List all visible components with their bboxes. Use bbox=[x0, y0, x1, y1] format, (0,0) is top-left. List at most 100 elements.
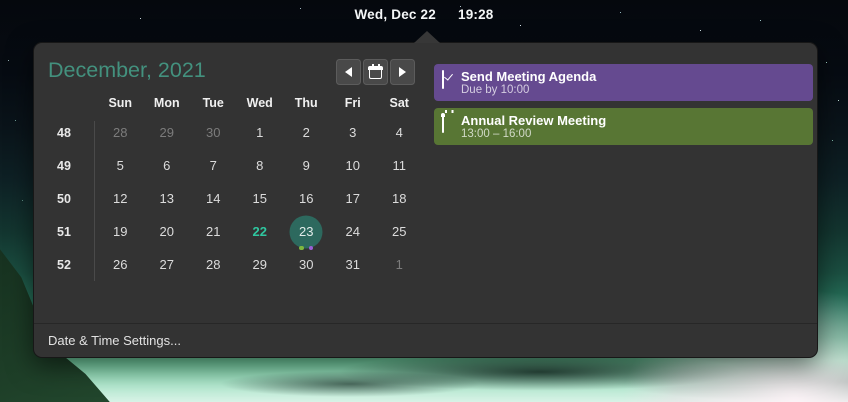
weekday-header: Wed bbox=[246, 96, 273, 110]
right-arrow-icon bbox=[399, 67, 406, 77]
day-number: 18 bbox=[392, 191, 407, 206]
day-number: 27 bbox=[159, 257, 174, 272]
day-number: 6 bbox=[163, 158, 171, 173]
date-time-settings[interactable]: Date & Time Settings... bbox=[34, 323, 817, 357]
day-number: 12 bbox=[113, 191, 128, 206]
event-card[interactable]: Send Meeting Agenda Due by 10:00 bbox=[434, 64, 813, 101]
calendar-glyph bbox=[442, 114, 444, 133]
day-number: 29 bbox=[252, 257, 267, 272]
day-number: 14 bbox=[206, 191, 221, 206]
calendar-day-cell[interactable]: 10 bbox=[330, 149, 377, 182]
task-checkbox-glyph bbox=[442, 70, 444, 89]
calendar-day-cell[interactable]: 18 bbox=[376, 182, 423, 215]
day-number: 4 bbox=[395, 125, 403, 140]
weekday-header-row: Sun Mon Tue Wed Thu Fri Sat bbox=[48, 90, 423, 116]
calendar-day-cell[interactable]: 27 bbox=[144, 248, 191, 281]
calendar-day-cell[interactable]: 28 bbox=[97, 116, 144, 149]
calendar-day-cell[interactable]: 12 bbox=[97, 182, 144, 215]
prev-month-button[interactable] bbox=[336, 59, 361, 85]
day-number: 30 bbox=[206, 125, 221, 140]
event-card[interactable]: Annual Review Meeting 13:00 – 16:00 bbox=[434, 108, 813, 145]
calendar-day-cell[interactable]: 20 bbox=[144, 215, 191, 248]
day-number: 28 bbox=[206, 257, 221, 272]
event-dot bbox=[308, 245, 314, 250]
month-title: December, 2021 bbox=[48, 58, 206, 82]
day-number: 16 bbox=[299, 191, 314, 206]
calendar-day-cell[interactable]: 17 bbox=[330, 182, 377, 215]
calendar-day-cell[interactable]: 29 bbox=[144, 116, 191, 149]
clock-time: 19:28 bbox=[457, 7, 494, 22]
week-number: 48 bbox=[57, 125, 71, 140]
calendar-day-cell[interactable]: 5 bbox=[97, 149, 144, 182]
calendar-day-cell[interactable]: 14 bbox=[190, 182, 237, 215]
weekday-header: Tue bbox=[202, 96, 224, 110]
calendar-day-cell[interactable]: 29 bbox=[237, 248, 284, 281]
calendar-day-cell[interactable]: 11 bbox=[376, 149, 423, 182]
event-calendar-icon bbox=[442, 114, 444, 133]
event-dots bbox=[299, 245, 314, 250]
calendar-day-cell[interactable]: 8 bbox=[237, 149, 284, 182]
calendar-day-cell[interactable]: 15 bbox=[237, 182, 284, 215]
calendar-day-cell[interactable]: 24 bbox=[330, 215, 377, 248]
week-number: 49 bbox=[57, 158, 71, 173]
calendar-day-cell[interactable]: 31 bbox=[330, 248, 377, 281]
calendar-day-cell[interactable]: 6 bbox=[144, 149, 191, 182]
calendar-day-cell[interactable]: 16 bbox=[283, 182, 330, 215]
calendar-day-cell[interactable]: 3 bbox=[330, 116, 377, 149]
calendar-day-cell[interactable]: 9 bbox=[283, 149, 330, 182]
day-number: 3 bbox=[349, 125, 357, 140]
calendar-day-cell[interactable]: 22 bbox=[237, 215, 284, 248]
calendar-day-cell[interactable]: 2 bbox=[283, 116, 330, 149]
day-number: 8 bbox=[256, 158, 264, 173]
popup-anchor-arrow bbox=[414, 31, 440, 43]
calendar-day-cell[interactable]: 23 bbox=[283, 215, 330, 250]
day-number: 23 bbox=[299, 224, 314, 239]
day-number: 22 bbox=[252, 224, 267, 239]
day-number: 19 bbox=[113, 224, 128, 239]
event-list: Send Meeting Agenda Due by 10:00 Annual Re… bbox=[434, 64, 813, 145]
next-month-button[interactable] bbox=[390, 59, 415, 85]
day-number: 31 bbox=[345, 257, 360, 272]
weekday-header: Sat bbox=[389, 96, 409, 110]
weekday-header: Mon bbox=[153, 96, 180, 110]
day-number: 10 bbox=[345, 158, 360, 173]
today-button[interactable] bbox=[363, 59, 388, 85]
day-number: 1 bbox=[256, 125, 264, 140]
calendar-day-cell[interactable]: 25 bbox=[376, 215, 423, 248]
calendar-day-cell[interactable]: 13 bbox=[144, 182, 191, 215]
calendar-day-cell[interactable]: 7 bbox=[190, 149, 237, 182]
calendar-day-cell[interactable]: 4 bbox=[376, 116, 423, 149]
week-row: 49 5 6 7 8 9 10 11 bbox=[48, 149, 423, 182]
week-number: 50 bbox=[57, 191, 71, 206]
calendar-day-cell[interactable]: 1 bbox=[237, 116, 284, 149]
day-number: 29 bbox=[159, 125, 174, 140]
calendar-day-cell[interactable]: 30 bbox=[190, 116, 237, 149]
calendar-day-cell[interactable]: 19 bbox=[97, 215, 144, 248]
day-number: 2 bbox=[302, 125, 310, 140]
clock[interactable]: Wed, Dec 22 19:28 bbox=[0, 7, 848, 22]
day-number: 5 bbox=[116, 158, 124, 173]
day-number: 1 bbox=[395, 257, 403, 272]
calendar-popup: December, 2021 Sun Mon Tue Wed Thu Fri Sat 48 28… bbox=[33, 31, 818, 358]
calendar-day-cell[interactable]: 26 bbox=[97, 248, 144, 281]
date-time-settings-label: Date & Time Settings... bbox=[48, 333, 181, 348]
week-row: 50 12 13 14 15 16 17 18 bbox=[48, 182, 423, 215]
calendar-day-cell[interactable]: 21 bbox=[190, 215, 237, 248]
left-arrow-icon bbox=[345, 67, 352, 77]
calendar-day-cell[interactable]: 1 bbox=[376, 248, 423, 281]
desktop: Wed, Dec 22 19:28 December, 2021 Sun Mon T… bbox=[0, 0, 848, 402]
day-number: 20 bbox=[159, 224, 174, 239]
event-subtitle: 13:00 – 16:00 bbox=[461, 128, 532, 140]
clock-date: Wed, Dec 22 bbox=[354, 7, 436, 22]
day-number: 26 bbox=[113, 257, 128, 272]
week-row: 52 26 27 28 29 30 31 1 bbox=[48, 248, 423, 281]
calendar-day-cell[interactable]: 28 bbox=[190, 248, 237, 281]
calendar-day-cell[interactable]: 30 bbox=[283, 248, 330, 281]
day-number: 11 bbox=[392, 158, 407, 173]
stars-decoration bbox=[0, 0, 1, 1]
weekday-header: Fri bbox=[344, 96, 361, 110]
day-number: 25 bbox=[392, 224, 407, 239]
day-number: 9 bbox=[302, 158, 310, 173]
weekday-header: Thu bbox=[294, 96, 318, 110]
day-number: 24 bbox=[345, 224, 360, 239]
